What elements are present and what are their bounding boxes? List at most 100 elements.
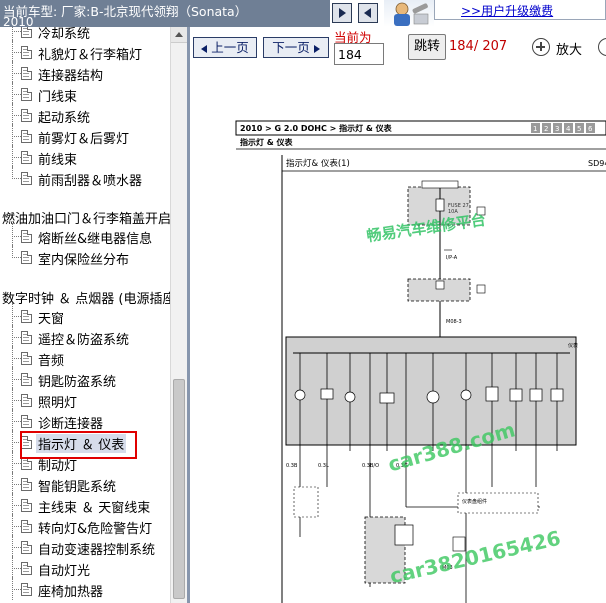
scroll-up-arrow[interactable] [171, 27, 187, 43]
wiring-diagram: 2010 > G 2.0 DOHC > 指示灯 & 仪表 1 2 3 4 5 6… [235, 120, 606, 603]
sidebar-scrollbar[interactable] [170, 27, 187, 603]
prev-page-label: 上一页 [211, 40, 249, 55]
tree-item-label[interactable]: 天窗 [38, 308, 64, 327]
document-icon [21, 499, 32, 512]
tree-item[interactable]: 起动系统 [0, 102, 170, 126]
svg-text:0.3L: 0.3L [318, 463, 329, 469]
tree-item[interactable]: 自动变速器控制系统 [0, 534, 170, 558]
document-icon [21, 46, 32, 59]
doc-section-title: 指示灯 & 仪表 [240, 137, 294, 147]
document-icon [21, 27, 32, 38]
triangle-right-icon [313, 44, 320, 53]
upgrade-payment-link[interactable]: >>用户升级缴费 [434, 0, 606, 20]
svg-text:2: 2 [544, 125, 548, 133]
document-icon [21, 230, 32, 243]
next-page-button[interactable]: 下一页 [263, 37, 329, 58]
tree-item[interactable]: 前雾灯＆后雾灯 [0, 123, 170, 147]
document-icon [21, 562, 32, 575]
tree-item[interactable]: 天窗 [0, 303, 170, 327]
tree-item[interactable]: 连接器结构 [0, 60, 170, 84]
vehicle-model-line: 当前车型: 厂家:B-北京现代领翔（Sonata） [3, 4, 248, 19]
tree-item[interactable]: 遥控＆防盗系统 [0, 324, 170, 348]
arrow-right-icon [339, 8, 346, 18]
scroll-thumb[interactable] [173, 379, 185, 599]
tree-item[interactable]: 诊断连接器 [0, 408, 170, 432]
tree-item[interactable]: 主线束 ＆ 天窗线束 [0, 492, 170, 516]
document-icon [21, 130, 32, 143]
svg-text:1: 1 [533, 125, 537, 133]
tree-item[interactable]: 前线束 [0, 144, 170, 168]
current-page-input[interactable] [334, 43, 384, 65]
document-icon [21, 352, 32, 365]
tree-item-label[interactable]: 冷却系统 [38, 27, 90, 42]
cluster-label: 仪表 [568, 342, 578, 349]
document-icon [21, 172, 32, 185]
window-header: 当前车型: 厂家:B-北京现代领翔（Sonata） 2010 [0, 0, 330, 27]
zoom-in-button[interactable]: 放大 [532, 36, 592, 60]
tree-item[interactable]: 前雨刮器＆喷水器 [0, 165, 170, 189]
tree-item-label[interactable]: 转向灯&危险警告灯 [38, 518, 152, 537]
svg-text:6: 6 [588, 125, 593, 133]
tree-item-label[interactable]: 自动灯光 [38, 560, 90, 579]
svg-text:M08-3: M08-3 [446, 319, 462, 325]
tree-item-label[interactable]: 前线束 [38, 149, 77, 168]
tree-item-label[interactable]: 室内保险丝分布 [38, 249, 129, 268]
tree-item-label[interactable]: 主线束 ＆ 天窗线束 [38, 497, 150, 516]
tree-item[interactable]: 钥匙防盗系统 [0, 366, 170, 390]
document-icon [21, 151, 32, 164]
tree-item[interactable]: 自动灯光 [0, 555, 170, 579]
document-icon [21, 541, 32, 554]
tree-item[interactable]: 冷却系统 [0, 27, 170, 42]
arrow-left-icon [364, 8, 371, 18]
tree-item[interactable]: 熔断丝&继电器信息 [0, 223, 170, 247]
vehicle-year-line: 2010 [3, 15, 34, 27]
tree-item[interactable]: 照明灯 [0, 387, 170, 411]
jump-button[interactable]: 跳转 [408, 34, 446, 60]
tree-item-label[interactable]: 起动系统 [38, 107, 90, 126]
tree-item-label[interactable]: 自动变速器控制系统 [38, 539, 155, 558]
doc-breadcrumb: 2010 > G 2.0 DOHC > 指示灯 & 仪表 [240, 123, 393, 133]
svg-text:5: 5 [577, 125, 581, 133]
diagram-code: SD940 [588, 159, 606, 168]
tree-item[interactable]: 智能钥匙系统 [0, 471, 170, 495]
tree-item-label[interactable]: 前雨刮器＆喷水器 [38, 170, 142, 189]
tree-item[interactable]: 礼貌灯＆行李箱灯 [0, 39, 170, 63]
tree-item-label[interactable]: 前雾灯＆后雾灯 [38, 128, 129, 147]
svg-text:4: 4 [566, 125, 571, 133]
tree-item-label[interactable]: 诊断连接器 [38, 413, 103, 432]
page-count: 184/ 207 [449, 39, 508, 54]
tree-item[interactable]: 门线束 [0, 81, 170, 105]
tree-item[interactable]: 室内保险丝分布 [0, 244, 170, 268]
tree-item-label[interactable]: 照明灯 [38, 392, 77, 411]
tree-item-label[interactable]: 音频 [38, 350, 64, 369]
tree-item-label[interactable]: 门线束 [38, 86, 77, 105]
tree-item-label[interactable]: 座椅加热器 [38, 581, 103, 600]
document-icon [21, 415, 32, 428]
document-icon [21, 310, 32, 323]
tree-item-label[interactable]: 智能钥匙系统 [38, 476, 116, 495]
tree-item[interactable]: 转向灯&危险警告灯 [0, 513, 170, 537]
expand-button[interactable] [358, 3, 378, 23]
zoom-out-icon[interactable] [598, 38, 606, 56]
next-page-label: 下一页 [272, 40, 310, 55]
document-icon [21, 331, 32, 344]
document-icon [21, 520, 32, 533]
tree-item-label[interactable]: 钥匙防盗系统 [38, 371, 116, 390]
document-icon [21, 67, 32, 80]
tree-item[interactable]: 音频 [0, 345, 170, 369]
tree-item-label[interactable]: 礼貌灯＆行李箱灯 [38, 44, 142, 63]
tree-item[interactable]: 座椅加热器 [0, 576, 170, 600]
document-icon [21, 583, 32, 596]
upgrade-link-text[interactable]: >>用户升级缴费 [461, 2, 553, 19]
collapse-button[interactable] [332, 3, 352, 23]
tree-item-label[interactable]: 连接器结构 [38, 65, 103, 84]
tree-item-label[interactable]: 熔断丝&继电器信息 [38, 228, 152, 247]
document-icon [21, 88, 32, 101]
document-viewer[interactable]: 2010 > G 2.0 DOHC > 指示灯 & 仪表 1 2 3 4 5 6… [190, 67, 606, 603]
mechanic-logo [384, 0, 434, 27]
tree-item-label[interactable]: 遥控＆防盗系统 [38, 329, 129, 348]
triangle-left-icon [201, 44, 208, 53]
chapter-tree-panel: 冷却系统 礼貌灯＆行李箱灯 连接器结构 门线束 起动系统 前雾灯＆后雾灯 前线束… [0, 27, 187, 603]
svg-text:3: 3 [555, 125, 559, 133]
prev-page-button[interactable]: 上一页 [193, 37, 257, 58]
